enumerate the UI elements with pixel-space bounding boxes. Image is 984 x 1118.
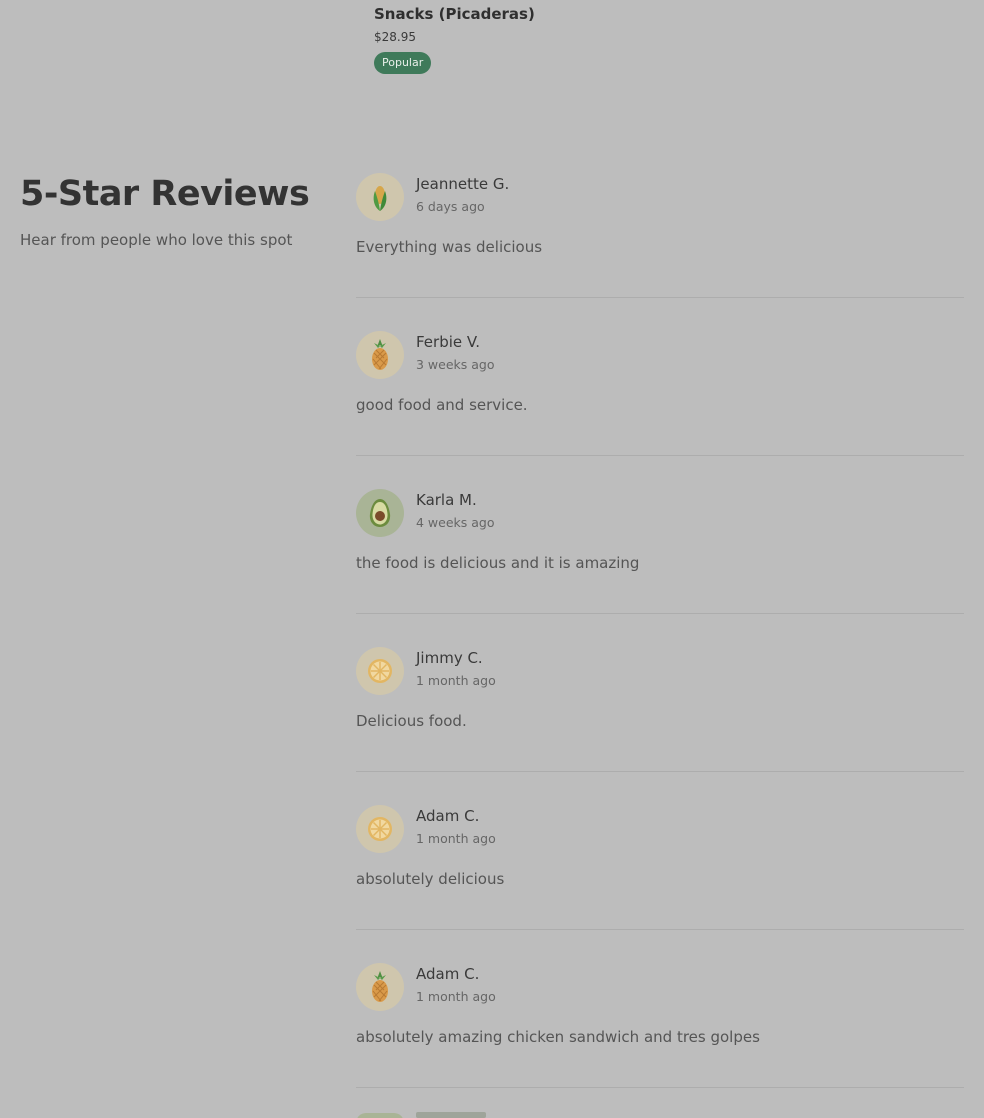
- reviewer-name: Karla M.: [416, 491, 477, 509]
- next-review-name: [416, 1112, 486, 1118]
- review-date: 3 weeks ago: [416, 357, 495, 372]
- review-date: 6 days ago: [416, 199, 485, 214]
- review-item: Karla M. 4 weeks ago the food is delicio…: [356, 489, 964, 614]
- review-item: Adam C. 1 month ago absolutely delicious: [356, 805, 964, 930]
- citrus-slice-icon: [356, 805, 404, 853]
- section-title: 5-Star Reviews: [20, 174, 310, 214]
- section-subtitle: Hear from people who love this spot: [20, 231, 293, 249]
- review-item: Jimmy C. 1 month ago Delicious food.: [356, 647, 964, 772]
- review-item: Adam C. 1 month ago absolutely amazing c…: [356, 963, 964, 1088]
- review-text: the food is delicious and it is amazing: [356, 554, 640, 572]
- pineapple-icon: [356, 331, 404, 379]
- review-text: Everything was delicious: [356, 238, 543, 256]
- product-card[interactable]: Snacks (Picaderas) $28.95 Popular: [374, 4, 535, 74]
- reviewer-name: Ferbie V.: [416, 333, 480, 351]
- review-date: 1 month ago: [416, 989, 496, 1004]
- review-item: Jeannette G. 6 days ago Everything was d…: [356, 173, 964, 298]
- product-name: Snacks (Picaderas): [374, 5, 535, 23]
- review-text: Delicious food.: [356, 712, 467, 730]
- avocado-icon: [356, 489, 404, 537]
- next-review-avatar: [356, 1113, 404, 1118]
- review-date: 1 month ago: [416, 673, 496, 688]
- reviews-list: Jeannette G. 6 days ago Everything was d…: [356, 173, 964, 1118]
- review-item: Ferbie V. 3 weeks ago good food and serv…: [356, 331, 964, 456]
- pineapple-icon: [356, 963, 404, 1011]
- review-text: good food and service.: [356, 396, 528, 414]
- reviewer-name: Adam C.: [416, 965, 480, 983]
- reviews-header: 5-Star Reviews Hear from people who love…: [20, 172, 330, 250]
- citrus-slice-icon: [356, 647, 404, 695]
- corn-icon: [356, 173, 404, 221]
- popular-badge: Popular: [374, 52, 432, 74]
- reviewer-name: Jeannette G.: [416, 175, 510, 193]
- reviewer-name: Jimmy C.: [416, 649, 483, 667]
- product-price: $28.95: [374, 30, 416, 44]
- page: Snacks (Picaderas) $28.95 Popular 5-Star…: [0, 0, 984, 1118]
- review-text: absolutely delicious: [356, 870, 505, 888]
- review-text: absolutely amazing chicken sandwich and …: [356, 1028, 760, 1046]
- reviewer-name: Adam C.: [416, 807, 480, 825]
- review-date: 1 month ago: [416, 831, 496, 846]
- review-date: 4 weeks ago: [416, 515, 495, 530]
